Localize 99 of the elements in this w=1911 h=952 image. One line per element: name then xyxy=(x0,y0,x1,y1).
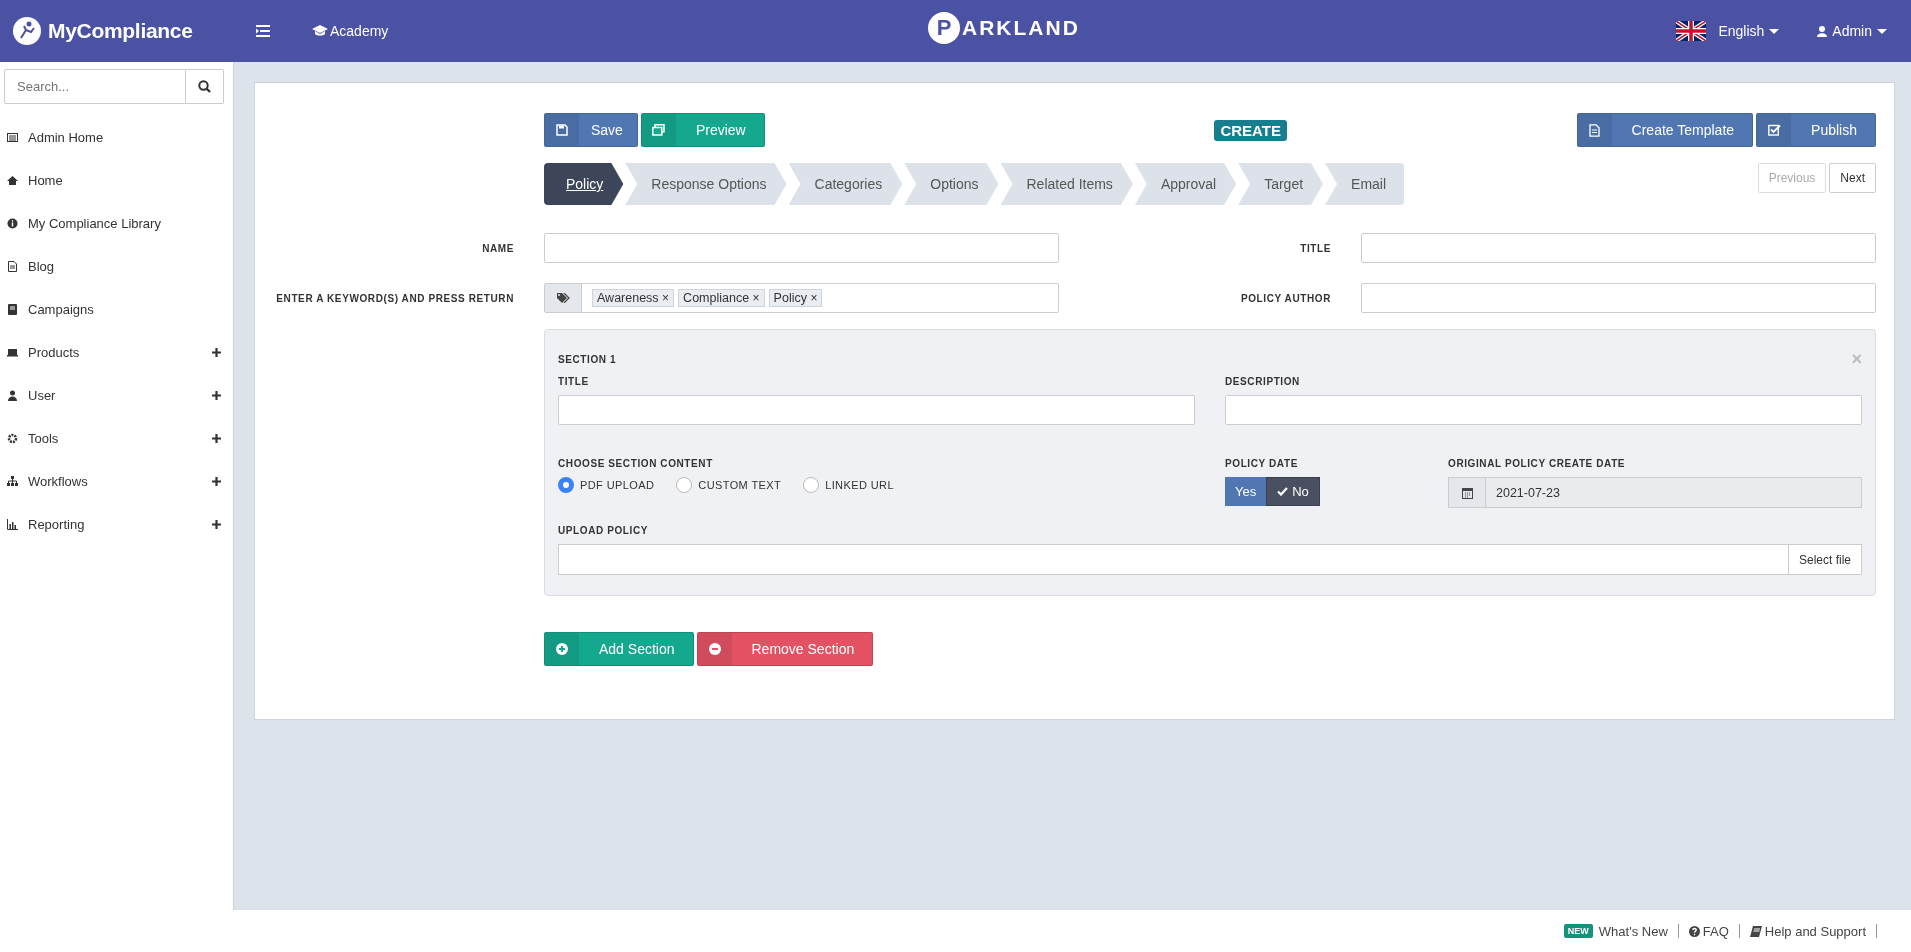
toggle-button[interactable]: No xyxy=(1266,477,1320,506)
brand-name: MyCompliance xyxy=(48,19,193,43)
field-label: POLICY DATE xyxy=(1225,458,1299,469)
plus-icon[interactable] xyxy=(212,477,221,486)
laptop-icon xyxy=(7,347,18,358)
person-icon xyxy=(7,390,18,401)
wizard-step-tab[interactable]: Target xyxy=(1238,163,1324,205)
list-icon xyxy=(7,132,18,143)
document-icon xyxy=(7,261,18,272)
wizard-step-tab[interactable]: Approval xyxy=(1134,163,1237,205)
book-icon xyxy=(7,304,18,315)
field-label: POLICY AUTHOR xyxy=(1239,292,1331,304)
create-template-button[interactable]: Create Template xyxy=(1576,113,1754,147)
wizard-step-tab[interactable]: Response Options xyxy=(625,163,787,205)
tags-icon xyxy=(556,293,570,303)
field-label: DESCRIPTION xyxy=(1225,376,1301,387)
radio-option[interactable]: CUSTOM TEXT xyxy=(676,477,782,493)
checkbox-icon xyxy=(1767,124,1781,136)
info-icon xyxy=(7,218,18,229)
radio-option[interactable]: LINKED URL xyxy=(803,477,894,493)
whats-new-link[interactable]: What's New xyxy=(1598,923,1668,939)
sidebar-item[interactable]: Admin Home xyxy=(0,116,233,159)
remove-tag-button[interactable]: × xyxy=(662,291,670,305)
plus-icon[interactable] xyxy=(212,348,221,357)
sidebar-item[interactable]: User xyxy=(0,374,233,417)
wizard-step-tab[interactable]: Options xyxy=(904,163,999,205)
sidebar-item[interactable]: Home xyxy=(0,159,233,202)
sitemap-icon xyxy=(7,476,18,487)
wizard-step-tab[interactable]: Categories xyxy=(788,163,903,205)
pager-button[interactable]: Next xyxy=(1829,163,1876,193)
plus-circle-icon xyxy=(556,643,568,655)
section-title-input[interactable] xyxy=(558,395,1195,425)
save-button[interactable]: Save xyxy=(544,113,638,147)
help-icon xyxy=(1688,925,1700,937)
bar-chart-icon xyxy=(7,519,18,530)
house-icon xyxy=(7,175,18,186)
field-label: CHOOSE SECTION CONTENT xyxy=(558,458,714,469)
sidebar-item[interactable]: Products xyxy=(0,331,233,374)
plus-icon[interactable] xyxy=(212,391,221,400)
radio-button[interactable] xyxy=(558,477,574,493)
keyword-field[interactable]: Awareness × Compliance × Policy × xyxy=(544,283,1059,313)
field-label: UPLOAD POLICY xyxy=(558,525,650,536)
sidebar-item[interactable]: Blog xyxy=(0,245,233,288)
plus-icon[interactable] xyxy=(212,520,221,529)
logo-mark: P xyxy=(928,12,960,44)
wizard-step-tab[interactable]: Policy xyxy=(544,163,624,205)
minus-circle-icon xyxy=(708,643,721,655)
field-label: TITLE xyxy=(1299,242,1331,254)
calendar-icon xyxy=(1461,486,1473,499)
toggle-button[interactable]: Yes xyxy=(1225,477,1267,506)
title-input[interactable] xyxy=(1361,233,1876,263)
author-input[interactable] xyxy=(1361,283,1876,313)
field-label: NAME xyxy=(481,242,514,254)
keyword-tag: Compliance × xyxy=(678,289,765,307)
search-icon xyxy=(198,80,211,93)
publish-button[interactable]: Publish xyxy=(1756,113,1876,147)
search-button[interactable] xyxy=(186,69,224,104)
faq-link[interactable]: FAQ xyxy=(1688,923,1729,939)
user-dropdown[interactable]: Admin xyxy=(1817,23,1887,39)
sidebar-item[interactable]: Campaigns xyxy=(0,288,233,331)
plus-icon[interactable] xyxy=(212,434,221,443)
help-link[interactable]: Help and Support xyxy=(1749,923,1866,939)
wizard-step-tab[interactable]: Email xyxy=(1325,163,1405,205)
document-icon xyxy=(1589,123,1601,137)
graduation-cap-icon xyxy=(312,25,328,37)
search-field[interactable]: Search... xyxy=(4,69,186,104)
field-label: TITLE xyxy=(558,376,590,387)
new-badge: NEW xyxy=(1563,924,1593,938)
sidebar-item[interactable]: Reporting xyxy=(0,503,233,546)
language-dropdown[interactable]: English xyxy=(1718,23,1780,39)
field-label: ORIGINAL POLICY CREATE DATE xyxy=(1448,458,1627,469)
radio-button[interactable] xyxy=(803,477,820,493)
book-icon xyxy=(1749,925,1762,937)
remove-tag-button[interactable]: × xyxy=(810,291,818,305)
logo-icon xyxy=(12,16,42,46)
description-input[interactable] xyxy=(1225,395,1862,425)
remove-tag-button[interactable]: × xyxy=(752,291,760,305)
person-icon xyxy=(1817,25,1828,37)
wizard-step-tab[interactable]: Related Items xyxy=(1000,163,1133,205)
sidebar-item[interactable]: Tools xyxy=(0,417,233,460)
sidebar-item[interactable]: My Compliance Library xyxy=(0,202,233,245)
radio-button[interactable] xyxy=(676,477,693,493)
keyword-tag: Policy × xyxy=(768,289,823,307)
radio-option[interactable]: PDF UPLOAD xyxy=(558,477,655,493)
date-field[interactable]: 2021-07-23 xyxy=(1448,477,1862,508)
windows-icon xyxy=(652,124,666,136)
name-input[interactable] xyxy=(544,233,1059,263)
remove-section-button[interactable]: Remove Section xyxy=(696,632,874,666)
file-field[interactable]: Select file xyxy=(558,544,1862,575)
menu-icon[interactable] xyxy=(256,25,270,37)
section-heading: SECTION 1 xyxy=(558,353,617,365)
flag-icon xyxy=(1676,21,1707,41)
field-label: ENTER A KEYWORD(S) AND PRESS RETURN xyxy=(275,292,514,304)
checkmark-icon xyxy=(1277,487,1289,496)
mode-badge: CREATE xyxy=(1214,119,1287,141)
keyword-tag: Awareness × xyxy=(592,289,675,307)
academy-link[interactable]: Academy xyxy=(312,23,389,39)
sidebar-item[interactable]: Workflows xyxy=(0,460,233,503)
logo-text: ARKLAND xyxy=(962,16,1080,40)
